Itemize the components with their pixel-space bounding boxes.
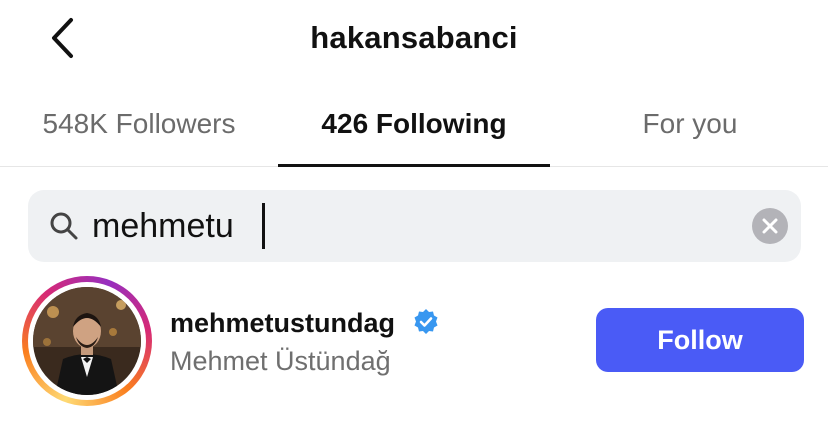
follow-button[interactable]: Follow bbox=[596, 308, 804, 372]
avatar bbox=[33, 287, 141, 395]
list-item[interactable]: mehmetustundag Mehmet Üstündağ Follow bbox=[0, 272, 828, 412]
clear-x-icon bbox=[762, 218, 778, 234]
page-title: hakansabanci bbox=[310, 20, 518, 55]
tab-for-you[interactable]: For you bbox=[552, 92, 828, 166]
active-tab-indicator bbox=[278, 164, 550, 167]
search-input[interactable] bbox=[92, 200, 732, 252]
avatar-story-ring[interactable] bbox=[22, 276, 152, 406]
avatar-border bbox=[28, 282, 146, 400]
clear-search-button[interactable] bbox=[752, 208, 788, 244]
avatar-photo-image bbox=[33, 287, 141, 395]
search-icon bbox=[50, 212, 78, 240]
search-bar bbox=[28, 190, 801, 262]
following-screen: hakansabanci 548K Followers 426 Followin… bbox=[0, 0, 828, 438]
header: hakansabanci bbox=[0, 0, 828, 80]
result-username[interactable]: mehmetustundag bbox=[170, 308, 395, 339]
tab-followers[interactable]: 548K Followers bbox=[0, 92, 278, 166]
result-full-name: Mehmet Üstündağ bbox=[170, 346, 391, 376]
tab-bar: 548K Followers 426 Following For you bbox=[0, 92, 828, 167]
text-cursor bbox=[262, 203, 265, 249]
verified-badge-icon bbox=[414, 309, 438, 334]
tab-following[interactable]: 426 Following bbox=[278, 92, 550, 166]
